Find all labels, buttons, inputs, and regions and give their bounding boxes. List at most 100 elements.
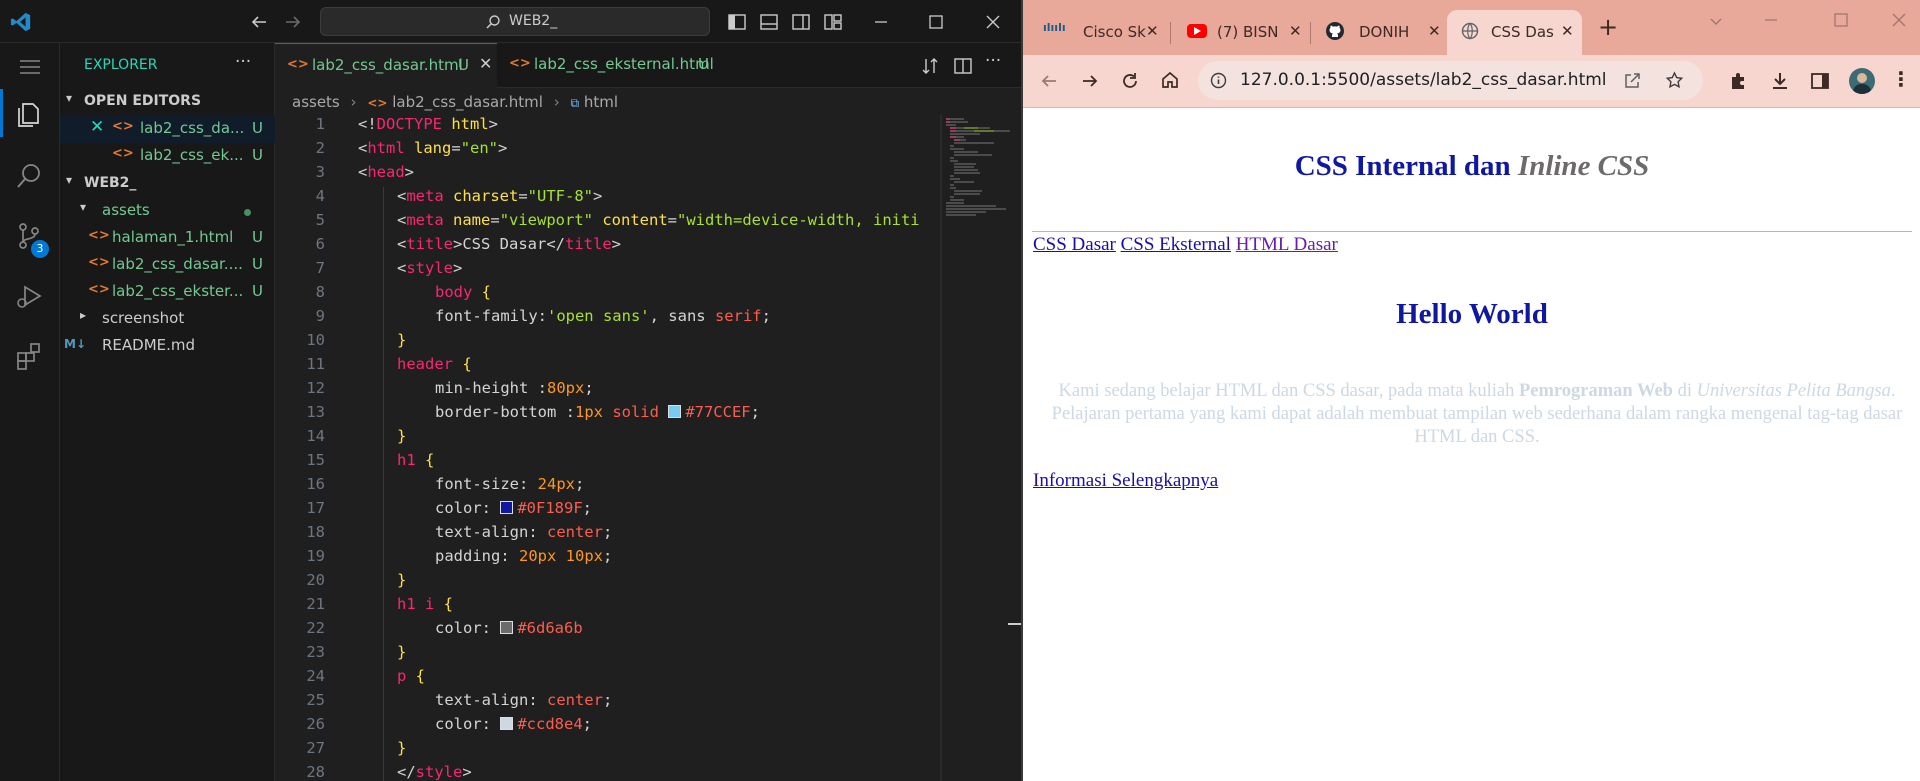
code-line: } (397, 571, 407, 589)
browser-tab-label: Cisco Sk (1083, 23, 1146, 41)
breadcrumb-folder[interactable]: assets (292, 93, 340, 111)
url-text: 127.0.0.1:5500/assets/lab2_css_dasar.htm… (1240, 70, 1607, 90)
html-file-icon: <> (287, 57, 309, 72)
minimize-icon[interactable] (871, 12, 891, 32)
browser-menu-icon[interactable]: ⋮ (1891, 67, 1911, 91)
browser-tab-active[interactable]: CSS Das ✕ (1447, 10, 1582, 55)
share-icon[interactable] (1623, 71, 1642, 90)
open-editor-item[interactable]: ✕ <> lab2_css_da... U (60, 116, 275, 143)
maximize-icon[interactable] (926, 12, 946, 32)
close-tab-icon[interactable]: ✕ (1289, 22, 1302, 40)
code-line: color: #0F189F; (435, 499, 592, 517)
folder-screenshot[interactable]: ▸ screenshot (60, 306, 275, 333)
tab-lab2-css-eksternal[interactable]: <> lab2_css_eksternal.html U (497, 43, 717, 88)
line-number: 11 (306, 355, 325, 373)
nav-link-css-dasar[interactable]: CSS Dasar (1033, 234, 1116, 255)
browser-tab-label: DONIH (1359, 23, 1410, 41)
menu-icon[interactable] (18, 57, 42, 77)
explorer-title: EXPLORER (84, 57, 158, 73)
code-line: body { (435, 283, 491, 301)
color-swatch[interactable] (500, 501, 514, 514)
bookmark-star-icon[interactable] (1665, 71, 1684, 90)
indent-guide (383, 187, 384, 781)
folder-assets[interactable]: ▾ assets (60, 198, 275, 225)
line-number: 3 (315, 163, 325, 181)
close-editor-icon[interactable]: ✕ (90, 117, 104, 137)
close-window-icon[interactable] (983, 12, 1003, 32)
workspace-label: WEB2_ (84, 175, 137, 191)
color-swatch[interactable] (668, 405, 682, 418)
reload-icon[interactable] (1120, 71, 1140, 91)
command-center-search[interactable]: WEB2_ (320, 7, 710, 36)
tab-search-chevron-icon[interactable] (1707, 12, 1725, 30)
profile-avatar[interactable] (1849, 68, 1875, 94)
file-item[interactable]: <> lab2_css_ekster... U (60, 279, 275, 306)
file-item[interactable]: <> halaman_1.html U (60, 225, 275, 252)
forward-arrow-icon[interactable] (284, 13, 302, 31)
tab-label: lab2_css_dasar.html (312, 56, 463, 74)
browser-forward-icon[interactable] (1080, 71, 1100, 91)
compare-changes-icon[interactable] (920, 56, 940, 76)
editor-more-actions-icon[interactable]: ··· (985, 51, 1001, 71)
open-editor-item[interactable]: <> lab2_css_ek... U (60, 143, 275, 170)
symbol-icon: ⧉ (570, 96, 580, 110)
browser-toolbar: 127.0.0.1:5500/assets/lab2_css_dasar.htm… (1023, 55, 1920, 108)
search-icon (485, 14, 501, 30)
site-info-icon[interactable] (1210, 72, 1227, 89)
file-item[interactable]: <> lab2_css_dasar.... U (60, 252, 275, 279)
search-view-icon[interactable] (14, 161, 44, 191)
breadcrumb: assets › <> lab2_css_dasar.html › ⧉ html (292, 93, 618, 111)
address-bar[interactable]: 127.0.0.1:5500/assets/lab2_css_dasar.htm… (1198, 61, 1703, 100)
toggle-secondary-sidebar-icon[interactable] (791, 12, 811, 32)
nav-link-css-eksternal[interactable]: CSS Eksternal (1121, 234, 1231, 255)
run-debug-icon[interactable] (14, 281, 44, 311)
explorer-icon[interactable] (14, 98, 44, 128)
browser-close-icon[interactable] (1889, 10, 1909, 30)
line-number: 24 (306, 667, 325, 685)
customize-layout-icon[interactable] (823, 12, 843, 32)
untracked-badge: U (252, 282, 263, 300)
browser-back-icon[interactable] (1039, 71, 1059, 91)
split-editor-icon[interactable] (953, 56, 973, 76)
back-arrow-icon[interactable] (250, 13, 268, 31)
breadcrumb-symbol[interactable]: html (584, 93, 618, 111)
browser-tab[interactable]: (7) BISN ✕ (1173, 10, 1308, 55)
close-tab-icon[interactable]: ✕ (479, 54, 492, 73)
browser-tab[interactable]: DONIH ✕ (1313, 10, 1448, 55)
minimap[interactable] (944, 117, 1014, 227)
file-item[interactable]: M↓ README.md (60, 333, 275, 360)
rendered-page: CSS Internal dan Inline CSS CSS Dasar CS… (1023, 108, 1920, 781)
breadcrumb-file[interactable]: lab2_css_dasar.html (392, 93, 543, 111)
nav-link-html-dasar[interactable]: HTML Dasar (1236, 234, 1338, 255)
toggle-primary-sidebar-icon[interactable] (727, 12, 747, 32)
more-info-link[interactable]: Informasi Selengkapnya (1033, 470, 1218, 492)
browser-tab[interactable]: ılıılı Cisco Sk ✕ (1029, 10, 1164, 55)
download-icon[interactable] (1770, 71, 1790, 91)
color-swatch[interactable] (500, 717, 514, 730)
chevron-down-icon: ▾ (66, 173, 73, 187)
toggle-panel-icon[interactable] (759, 12, 779, 32)
color-swatch[interactable] (500, 621, 514, 634)
browser-maximize-icon[interactable] (1831, 10, 1851, 30)
home-icon[interactable] (1160, 70, 1180, 90)
open-editors-section[interactable]: ▾ OPEN EDITORS (60, 89, 275, 116)
extensions-icon[interactable] (14, 341, 44, 371)
new-tab-icon[interactable]: + (1598, 13, 1618, 41)
browser-minimize-icon[interactable] (1761, 10, 1781, 30)
code-line: h1 i { (397, 595, 453, 613)
code-line: } (397, 739, 407, 757)
tab-lab2-css-dasar[interactable]: <> lab2_css_dasar.html U ✕ (275, 43, 497, 88)
side-panel-icon[interactable] (1810, 71, 1830, 91)
line-number: 21 (306, 595, 325, 613)
code-line: <html lang="en"> (358, 139, 508, 157)
modified-dot (244, 209, 251, 216)
close-tab-icon[interactable]: ✕ (1146, 22, 1159, 40)
untracked-badge: U (252, 255, 263, 273)
more-actions-icon[interactable]: ··· (235, 52, 251, 72)
extensions-puzzle-icon[interactable] (1729, 71, 1749, 91)
code-line: color: #6d6a6b (435, 619, 583, 637)
line-number: 23 (306, 643, 325, 661)
close-tab-icon[interactable]: ✕ (1561, 22, 1574, 40)
workspace-section[interactable]: ▾ WEB2_ (60, 171, 275, 198)
close-tab-icon[interactable]: ✕ (1428, 22, 1441, 40)
